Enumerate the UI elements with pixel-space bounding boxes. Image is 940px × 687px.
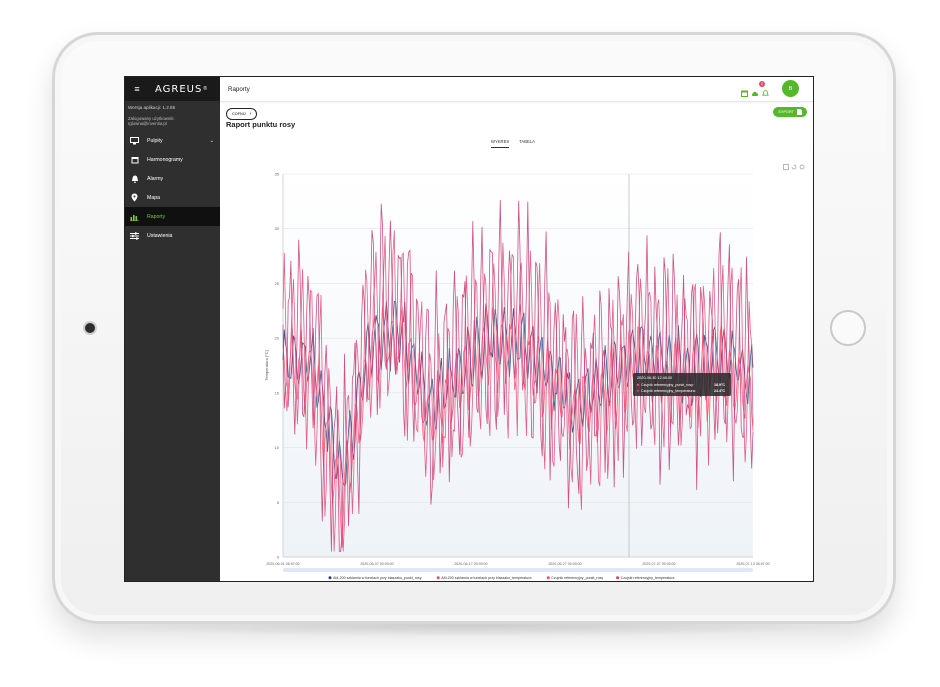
y-tick-label: 0 [277, 555, 280, 560]
tooltip-value: 18.9°C [714, 383, 725, 387]
legend-marker [616, 576, 620, 580]
sidebar-item-raporty[interactable]: Raporty [125, 207, 220, 226]
x-tick-label: 2020-07-07 00:00:00 [642, 562, 675, 566]
bell-icon [130, 174, 139, 183]
zoom-slider-track [283, 568, 753, 572]
sliders-icon [130, 231, 139, 240]
legend-item: AM-200 szklarnia w tunelach przy blaszak… [441, 576, 531, 580]
legend-marker [436, 576, 440, 580]
tooltip-title: 2020-06-30 12:40:00 [637, 376, 672, 380]
legend-item: Czujnik referencyjny_temperatura [621, 576, 675, 580]
home-button[interactable] [830, 310, 866, 346]
sidebar: ≡ AGREUS ® Wersja aplikacji: 1.2.85 Zalog… [125, 77, 220, 581]
hamburger-menu-icon[interactable]: ≡ [129, 84, 145, 94]
app-version: Wersja aplikacji: 1.2.85 [128, 105, 176, 110]
sidebar-item-label: Ustawienia [147, 232, 173, 239]
logged-user-info: Zalogowany użytkownik: rglowna@inventia.… [128, 116, 220, 126]
x-tick-label: 2020-06-01 06:57:00 [266, 562, 299, 566]
legend-item: Czujnik referencyjny_punkt_rosy [551, 576, 603, 580]
x-tick-label: 2020-06-07 00:00:00 [360, 562, 393, 566]
sidebar-item-ustawienia[interactable]: Ustawienia [125, 226, 220, 245]
y-tick-label: 25 [275, 281, 280, 286]
sidebar-item-label: Alarmy [147, 175, 164, 182]
sidebar-item-label: Harmonogramy [147, 156, 183, 163]
y-tick-label: 15 [275, 390, 280, 395]
sidebar-item-pulpity[interactable]: Pulpity ⌄ [125, 131, 220, 150]
sidebar-item-label: Mapa [147, 194, 160, 201]
y-axis-label: Temperatura [°C] [264, 350, 269, 380]
y-tick-label: 35 [275, 172, 280, 177]
legend-marker [328, 576, 332, 580]
y-tick-label: 20 [275, 336, 280, 341]
tooltip-label: Czujnik referencyjny_temperatura: [641, 389, 696, 393]
app-screen: ≡ AGREUS ® Wersja aplikacji: 1.2.85 Zalog… [124, 76, 814, 582]
sidebar-item-mapa[interactable]: Mapa [125, 188, 220, 207]
sidebar-item-alarmy[interactable]: Alarmy [125, 169, 220, 188]
y-tick-label: 10 [275, 445, 280, 450]
x-tick-label: 2020-06-17 00:00:00 [454, 562, 487, 566]
bar-chart-icon [130, 212, 139, 221]
calendar-icon [130, 155, 139, 164]
tooltip-value: 24.4°C [714, 389, 725, 393]
tooltip-label: Czujnik referencyjny_punkt_rosy: [641, 383, 694, 387]
main-area: Raporty 2 B COFNIJ ‹ Raport punktu rosy … [220, 77, 813, 581]
sidebar-nav: Pulpity ⌄ Harmonogramy Alarmy Mapa Rapor… [125, 131, 220, 245]
y-tick-label: 5 [277, 500, 280, 505]
user-email: rglowna@inventia.pl [128, 121, 167, 126]
x-tick-label: 2020-06-27 00:00:00 [548, 562, 581, 566]
dew-point-chart[interactable]: 0 5 10 15 20 25 30 35 Temperatura [°C] 2020-06-01… [220, 77, 813, 581]
app-logo: AGREUS [155, 83, 203, 95]
map-pin-icon [130, 193, 139, 202]
y-tick-label: 30 [275, 226, 280, 231]
sidebar-item-harmonogramy[interactable]: Harmonogramy [125, 150, 220, 169]
legend-marker [546, 576, 550, 580]
sidebar-item-label: Pulpity [147, 137, 163, 144]
camera-icon [85, 323, 95, 333]
sidebar-item-label: Raporty [147, 213, 166, 220]
legend-item: AM-200 szklarnia w tunelach przy blaszak… [333, 576, 422, 580]
tooltip-marker [636, 383, 640, 386]
chevron-down-icon[interactable]: ⌄ [210, 138, 214, 144]
x-tick-label: 2020-07-13 06:57:00 [736, 562, 769, 566]
logo-mark-icon: ® [203, 86, 208, 92]
tooltip-marker [636, 389, 640, 392]
sidebar-header: ≡ AGREUS ® [125, 77, 220, 101]
monitor-icon [130, 136, 139, 145]
